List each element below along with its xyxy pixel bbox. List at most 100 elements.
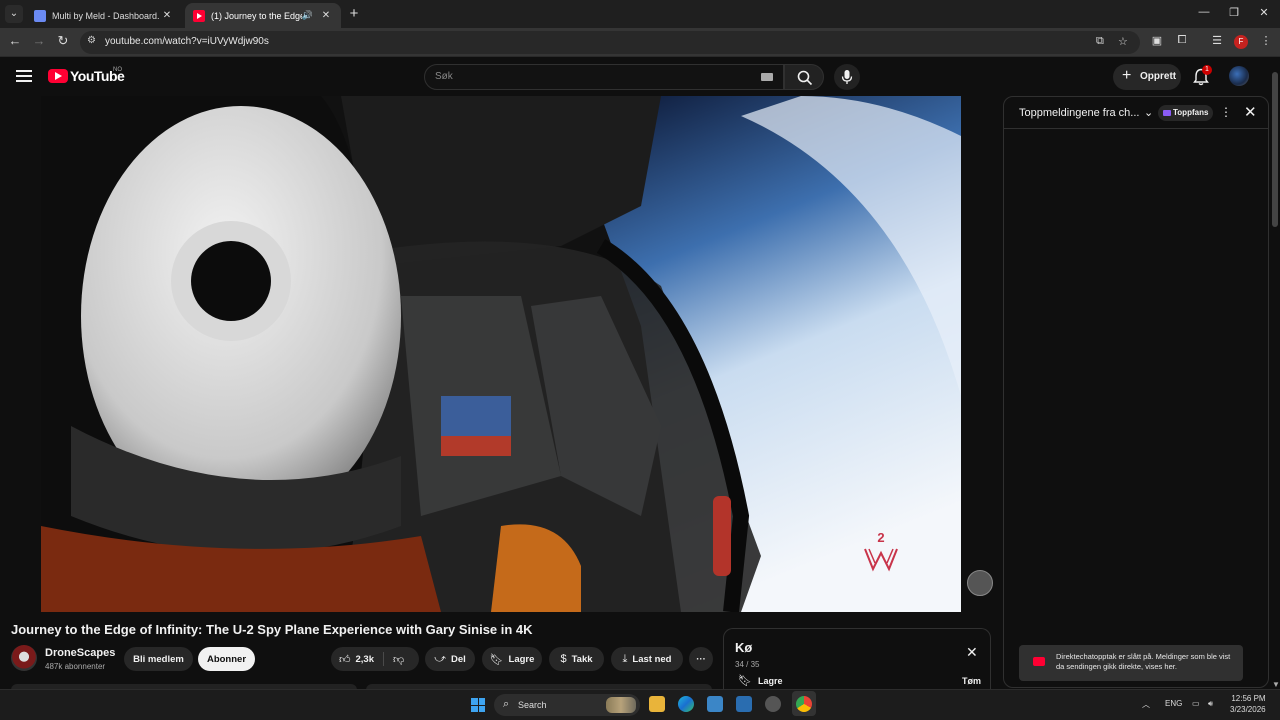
video-title: Journey to the Edge of Infinity: The U-2… (11, 622, 533, 637)
notification-badge: 1 (1202, 65, 1212, 75)
back-icon[interactable]: ← (6, 33, 24, 48)
reload-icon[interactable]: ↻ (54, 33, 72, 49)
top-fans-badge[interactable]: Toppfans (1158, 105, 1214, 121)
youtube-favicon-icon (193, 9, 205, 22)
search-input[interactable]: Søk (424, 64, 784, 90)
download-icon: ⤓ (622, 652, 628, 665)
queue-save-label: Lagre (757, 676, 783, 686)
system-clock[interactable]: 12:56 PM 3/23/2026 (1230, 693, 1266, 715)
close-chat-icon[interactable]: ✕ (1244, 103, 1257, 121)
taskbar-search[interactable]: ⌕ Search (494, 694, 640, 716)
media-control-icon[interactable]: ☰ (1209, 34, 1225, 47)
thanks-button[interactable]: $ Takk (549, 647, 604, 671)
account-avatar[interactable] (1229, 66, 1249, 86)
thumbs-up-icon[interactable]: 👍︎ (339, 653, 351, 666)
browser-tab-bar: ⌄ Multi by Meld - Dashboard. ✕ (1) Journ… (0, 0, 1280, 28)
app-with-notification-icon[interactable] (765, 696, 781, 712)
queue-title: Kø (735, 640, 753, 655)
thanks-label: Takk (571, 653, 593, 665)
windows-start-icon[interactable] (471, 698, 485, 712)
search-button[interactable] (784, 64, 824, 90)
like-count[interactable]: 2,3k (356, 654, 375, 665)
channel-avatar[interactable] (11, 645, 37, 671)
windows-taskbar: ⌕ Search (0, 689, 1280, 720)
subscribe-button[interactable]: Abonner (198, 647, 255, 671)
window-close-icon[interactable]: ✕ (1254, 6, 1274, 19)
subscriber-count: 487k abonnenter (45, 662, 106, 671)
thumbs-down-icon[interactable]: 👎︎ (393, 653, 404, 666)
file-explorer-icon[interactable] (649, 696, 665, 712)
close-tab-icon[interactable]: ✕ (319, 10, 333, 21)
snipping-tool-icon[interactable] (736, 696, 752, 712)
install-app-icon[interactable]: ⧉ (1096, 35, 1104, 48)
queue-save-button[interactable]: 🔖︎ Lagre (738, 674, 782, 687)
like-dislike-group: 👍︎ 2,3k 👎︎ (331, 647, 419, 671)
extensions-puzzle-icon[interactable]: ⧠ (1174, 34, 1190, 47)
live-chat-panel: Toppmeldingene fra ch... ⌄ Toppfans ⋮ ✕ … (1003, 96, 1269, 688)
close-tab-icon[interactable]: ✕ (160, 10, 174, 21)
youtube-masthead: YouTube NO Søk + Opprett 1 (0, 58, 1280, 96)
address-bar[interactable]: ⚙ youtube.com/watch?v=iUVyWdjw90s ⧉ ☆ (80, 31, 1140, 54)
youtube-icon (1033, 657, 1045, 666)
hamburger-menu-icon[interactable] (16, 70, 32, 82)
tab-youtube-video[interactable]: (1) Journey to the Edge of I 🔊 ✕ (185, 3, 341, 28)
download-button[interactable]: ⤓ Last ned (611, 647, 683, 671)
video-player[interactable]: 2 (41, 96, 961, 612)
page-scrollbar[interactable] (1272, 72, 1278, 227)
channel-name[interactable]: DroneScapes (45, 647, 115, 659)
speaker-icon[interactable]: 🔊 (302, 10, 313, 21)
more-options-icon[interactable]: ⋮ (1220, 105, 1232, 119)
microphone-icon (841, 70, 853, 84)
forward-icon[interactable]: → (30, 33, 48, 48)
chevron-down-icon[interactable]: ⌄ (1144, 106, 1153, 119)
watermark-text: 2 (877, 530, 885, 545)
network-icon[interactable]: ▭ (1192, 699, 1200, 708)
tab-search-icon[interactable]: ⌄ (5, 5, 23, 23)
scroll-down-icon[interactable]: ▼ (1272, 680, 1280, 689)
save-button[interactable]: 🔖︎ Lagre (482, 647, 542, 671)
share-button[interactable]: ⤻ Del (425, 647, 475, 671)
share-icon: ⤻ (434, 652, 446, 665)
chat-replay-notice: Direktechatopptak er slått på. Meldinger… (1019, 645, 1243, 681)
watermark-logo-icon (864, 548, 898, 572)
more-horizontal-icon: ··· (696, 653, 706, 665)
chrome-icon[interactable] (796, 696, 812, 712)
youtube-logo-icon[interactable] (48, 69, 68, 83)
plus-icon: + (1122, 67, 1132, 84)
search-placeholder: Søk (435, 71, 453, 82)
browser-menu-icon[interactable]: ⋮ (1258, 34, 1274, 47)
bookmark-icon: 🔖︎ (489, 653, 504, 666)
profile-avatar[interactable]: F (1234, 35, 1248, 49)
clock-date: 3/23/2026 (1230, 705, 1266, 714)
more-actions-button[interactable]: ··· (689, 647, 713, 671)
queue-clear-button[interactable]: Tøm (962, 676, 981, 686)
minimize-icon[interactable]: — (1194, 6, 1214, 18)
tray-overflow-icon[interactable]: ︿ (1142, 699, 1150, 710)
bookmark-icon: 🔖︎ (738, 675, 752, 687)
voice-search-button[interactable] (834, 64, 860, 90)
tab-title: Multi by Meld - Dashboard. (52, 10, 160, 21)
tab-title: (1) Journey to the Edge of I (211, 10, 302, 21)
input-language[interactable]: ENG (1165, 699, 1182, 708)
keyboard-icon[interactable] (761, 73, 773, 81)
player-channel-logo[interactable] (967, 570, 993, 596)
edge-browser-icon[interactable] (678, 696, 694, 712)
bookmark-star-icon[interactable]: ☆ (1118, 35, 1128, 48)
store-app-icon[interactable] (707, 696, 723, 712)
queue-panel: Kø 34 / 35 ✕ 🔖︎ Lagre Tøm (723, 628, 991, 692)
create-button[interactable]: + Opprett (1113, 64, 1181, 90)
notifications-button[interactable]: 1 (1193, 65, 1212, 86)
extension-icon[interactable]: ▣ (1149, 34, 1165, 47)
tab-meld-dashboard[interactable]: Multi by Meld - Dashboard. ✕ (26, 3, 182, 28)
join-button[interactable]: Bli medlem (124, 647, 193, 671)
restore-icon[interactable]: ❐ (1224, 6, 1244, 19)
new-tab-button[interactable]: + (346, 5, 362, 22)
chat-title[interactable]: Toppmeldingene fra ch... (1019, 107, 1139, 119)
volume-icon[interactable]: 🔊︎ (1208, 699, 1213, 709)
url-text[interactable]: youtube.com/watch?v=iUVyWdjw90s (105, 36, 269, 47)
meld-favicon-icon (34, 9, 46, 22)
save-label: Lagre (508, 653, 535, 665)
queue-count: 34 / 35 (735, 660, 760, 669)
close-queue-icon[interactable]: ✕ (966, 644, 978, 661)
site-info-icon[interactable]: ⚙ (87, 35, 96, 46)
